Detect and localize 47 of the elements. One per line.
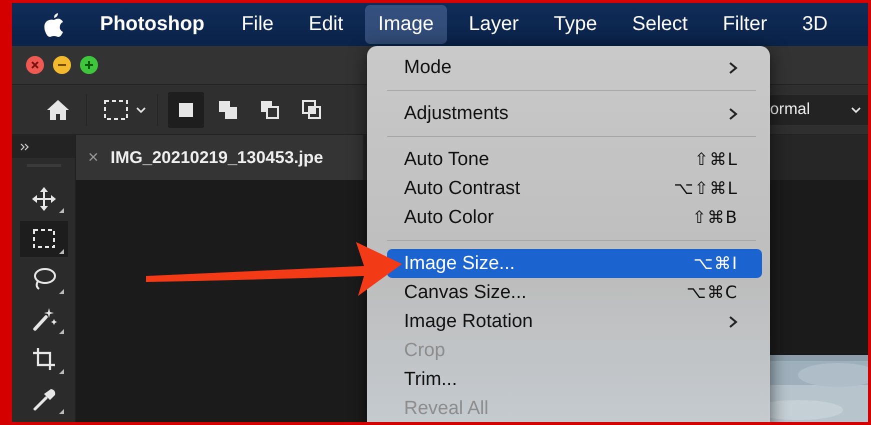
menu-bar-item[interactable]: File bbox=[228, 5, 287, 44]
magic-wand-icon bbox=[30, 306, 56, 332]
marquee-icon bbox=[103, 98, 129, 120]
double-chevron-icon bbox=[20, 142, 30, 151]
blend-mode-dropdown[interactable]: ormal bbox=[770, 94, 868, 124]
corner-triangle-icon bbox=[58, 288, 64, 294]
eyedropper-icon bbox=[30, 387, 56, 412]
crop-icon bbox=[30, 346, 56, 372]
tool-button[interactable] bbox=[20, 221, 68, 257]
menu-bar-item[interactable]: Edit bbox=[296, 5, 356, 44]
menu-bar-item[interactable]: Select bbox=[619, 5, 701, 44]
menu-item[interactable]: Auto Tone ⇧⌘L bbox=[387, 145, 762, 174]
zoom-button[interactable] bbox=[80, 56, 98, 74]
close-icon bbox=[30, 60, 40, 70]
corner-triangle-icon bbox=[58, 208, 64, 214]
menu-item[interactable]: Auto Contrast ⌥⇧⌘L bbox=[387, 174, 762, 203]
menu-bar-item[interactable]: Layer bbox=[456, 5, 532, 44]
apple-logo-icon[interactable] bbox=[44, 12, 64, 36]
app-menu[interactable]: Photoshop bbox=[84, 13, 214, 36]
document-tab[interactable]: × IMG_20210219_130453.jpe bbox=[76, 135, 364, 180]
corner-triangle-icon bbox=[58, 368, 64, 374]
add-selection-icon bbox=[218, 100, 238, 120]
menu-bar-item[interactable]: 3D bbox=[789, 5, 841, 44]
menu-bar-item[interactable]: Filter bbox=[710, 5, 780, 44]
menu-item[interactable]: Image Rotation bbox=[387, 307, 762, 336]
selection-mode-button[interactable] bbox=[168, 92, 204, 128]
plus-icon bbox=[84, 60, 94, 70]
intersect-selection-icon bbox=[302, 100, 322, 120]
subtract-selection-icon bbox=[260, 100, 280, 120]
menu-item[interactable]: Trim... bbox=[387, 365, 762, 394]
corner-triangle-icon bbox=[58, 248, 64, 254]
menu-item[interactable]: Auto Color ⇧⌘B bbox=[387, 203, 762, 232]
menu-bar-item[interactable]: Type bbox=[540, 5, 610, 44]
corner-triangle-icon bbox=[58, 408, 64, 414]
chevron-down-icon bbox=[850, 106, 862, 114]
corner-triangle-icon bbox=[58, 328, 64, 334]
minimize-button[interactable] bbox=[53, 56, 71, 74]
menu-item[interactable]: Adjustments bbox=[387, 99, 762, 128]
close-button[interactable] bbox=[26, 56, 44, 74]
menu-item[interactable]: Canvas Size... ⌥⌘C bbox=[387, 278, 762, 307]
home-icon bbox=[46, 98, 70, 120]
marquee-icon bbox=[30, 226, 56, 251]
move-icon bbox=[30, 186, 56, 212]
new-selection-icon bbox=[178, 102, 194, 118]
chevron-down-icon[interactable] bbox=[135, 106, 147, 114]
menu-item[interactable]: Image Size... ⌥⌘I bbox=[387, 249, 762, 278]
menu-bar-item[interactable]: Image bbox=[365, 5, 447, 44]
